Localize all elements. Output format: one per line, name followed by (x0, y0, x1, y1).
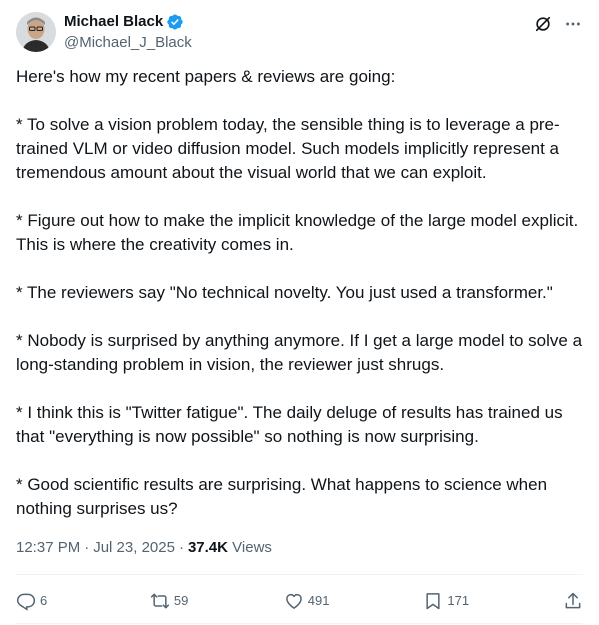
meta-separator: · (84, 539, 90, 556)
reply-button[interactable]: 6 (16, 591, 56, 611)
repost-count: 59 (173, 593, 189, 608)
reply-icon (16, 591, 36, 611)
grok-icon[interactable] (533, 14, 553, 34)
avatar-image (16, 12, 56, 52)
author-handle[interactable]: @Michael_J_Black (64, 33, 192, 53)
name-row: Michael Black (64, 12, 192, 32)
tweet: Michael Black @Michael_J_Black Here's ho… (0, 0, 599, 625)
tweet-time[interactable]: 12:37 PM (16, 539, 80, 556)
tweet-paragraph: * Good scientific results are surprising… (16, 475, 548, 518)
tweet-date[interactable]: Jul 23, 2025 (93, 539, 175, 556)
like-button[interactable]: 491 (284, 591, 330, 611)
tweet-paragraph: * Nobody is surprised by anything anymor… (16, 331, 583, 374)
tweet-text: Here's how my recent papers & reviews ar… (16, 65, 584, 521)
share-icon (563, 591, 583, 611)
share-button[interactable] (563, 591, 583, 611)
repost-icon (150, 591, 170, 611)
tweet-metadata: 12:37 PM · Jul 23, 2025 · 37.4K Views (16, 538, 272, 558)
tweet-paragraph: * The reviewers say "No technical novelt… (16, 283, 553, 302)
tweet-header: Michael Black @Michael_J_Black (16, 10, 583, 54)
tweet-paragraph: * Figure out how to make the implicit kn… (16, 211, 579, 254)
verified-badge-icon[interactable] (166, 13, 184, 31)
author-display-name[interactable]: Michael Black (64, 12, 163, 32)
reply-count: 6 (40, 593, 48, 608)
divider (16, 623, 583, 624)
tweet-paragraph: * I think this is "Twitter fatigue". The… (16, 403, 563, 446)
bookmark-button[interactable]: 171 (423, 591, 469, 611)
divider (16, 574, 583, 575)
more-icon[interactable] (563, 14, 583, 34)
author-names: Michael Black @Michael_J_Black (64, 12, 192, 53)
like-icon (284, 591, 304, 611)
bookmark-count: 171 (447, 593, 470, 608)
tweet-paragraph: * To solve a vision problem today, the s… (16, 115, 560, 182)
bookmark-icon (423, 591, 443, 611)
avatar[interactable] (16, 12, 56, 52)
views-label: Views (232, 539, 272, 556)
meta-separator: · (178, 539, 184, 556)
views-count: 37.4K (187, 539, 228, 556)
tweet-paragraph: Here's how my recent papers & reviews ar… (16, 67, 396, 86)
header-actions (533, 14, 583, 34)
action-bar: 6 59 491 171 (16, 586, 583, 616)
repost-button[interactable]: 59 (150, 591, 190, 611)
like-count: 491 (307, 593, 330, 608)
